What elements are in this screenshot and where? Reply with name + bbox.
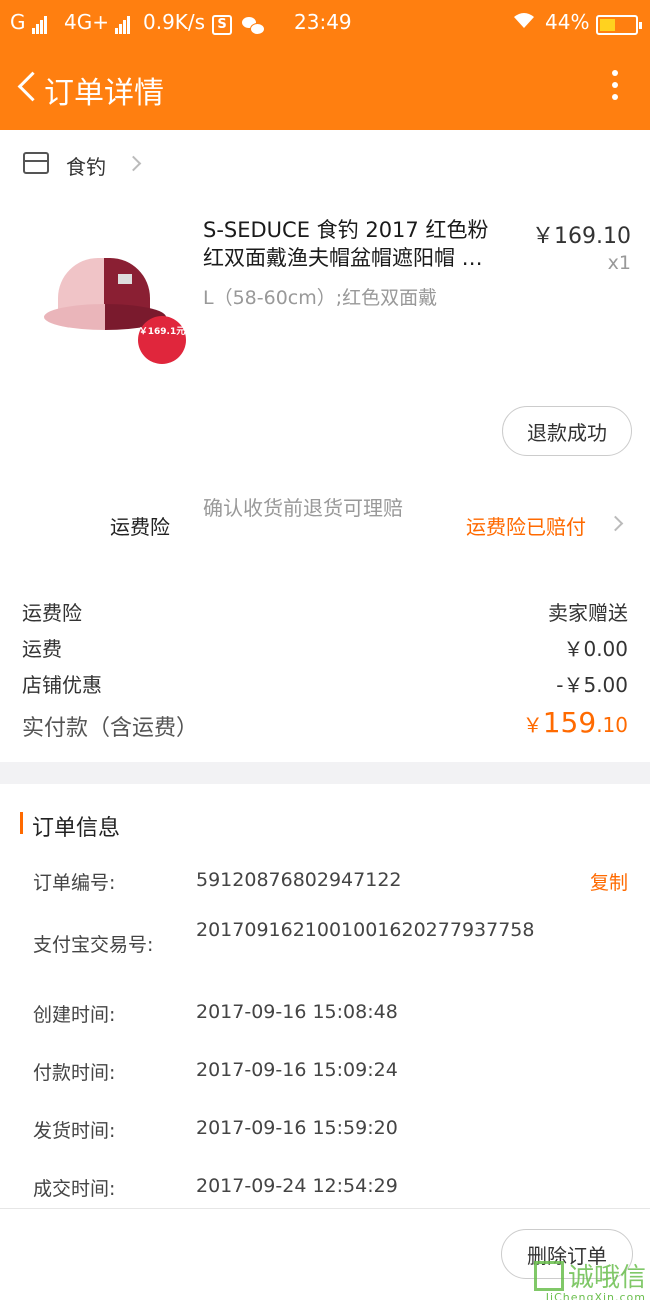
clock: 23:49: [294, 10, 352, 34]
store-icon: [23, 152, 49, 174]
info-value: 59120876802947122: [196, 869, 402, 891]
product-sku: L（58-60cm）;红色双面戴: [203, 287, 438, 309]
cost-value: ￥0.00: [563, 637, 628, 661]
info-label: 付款时间:: [33, 1062, 116, 1084]
product-title-line1: S-SEDUCE 食钓 2017 红色粉: [203, 218, 489, 242]
paid-label: 实付款（含运费）: [22, 716, 199, 741]
bottom-action-bar: 删除订单 诚哦信 JiChengXin.com: [0, 1208, 650, 1300]
section-accent-bar: [20, 812, 23, 834]
cost-row: 运费险 卖家赠送: [22, 597, 628, 627]
refund-status-button[interactable]: 退款成功: [502, 406, 632, 456]
insurance-desc: 确认收货前退货可理赔: [203, 496, 403, 520]
paid-currency: ￥: [522, 713, 543, 737]
info-value: 2017-09-16 15:08:48: [196, 1001, 398, 1023]
paid-amount: ￥159.10: [523, 706, 628, 739]
cost-value: -￥5.00: [556, 673, 628, 697]
info-value: 2017-09-24 12:54:29: [196, 1175, 398, 1197]
product-thumbnail[interactable]: ￥169.1元: [22, 218, 192, 378]
cost-row: 店铺优惠 -￥5.00: [22, 669, 628, 699]
cost-label: 店铺优惠: [22, 673, 102, 697]
insurance-label: 运费险: [110, 515, 170, 539]
info-value: 2017-09-16 15:09:24: [196, 1059, 398, 1081]
battery-level-fill: [600, 18, 615, 31]
watermark-icon: [533, 1260, 564, 1291]
info-label: 支付宝交易号:: [33, 934, 154, 956]
header: 订单详情: [0, 44, 650, 130]
copy-button[interactable]: 复制: [590, 868, 628, 895]
product-quantity: x1: [607, 252, 631, 274]
info-label: 成交时间:: [33, 1178, 116, 1200]
signal-2: 4G+: [64, 10, 131, 34]
badge-price: ￥169.1元: [138, 327, 186, 337]
section-divider: [0, 762, 650, 784]
hat-label: [118, 274, 132, 284]
cost-value: 卖家赠送: [548, 601, 628, 625]
wechat-icon: [242, 12, 265, 36]
wechat-glyph: [242, 16, 265, 35]
watermark-logo: 诚哦信: [533, 1257, 646, 1294]
paid-decimal: .10: [596, 713, 628, 737]
paid-total-row: 实付款（含运费） ￥159.10: [22, 706, 628, 746]
more-vertical-icon[interactable]: [612, 70, 620, 106]
network-type-label: 4G+: [64, 10, 109, 34]
signal-1: G: [10, 10, 48, 34]
info-value: 2017-09-16 15:59:20: [196, 1117, 398, 1139]
insurance-status-link[interactable]: 运费险已赔付: [466, 511, 586, 540]
battery-percent: 44%: [545, 10, 590, 34]
cost-row: 运费 ￥0.00: [22, 633, 628, 663]
info-label: 发货时间:: [33, 1120, 116, 1142]
info-value: 2017091621001001620277937758: [196, 919, 535, 941]
s-icon-letter: S: [212, 14, 232, 35]
cost-label: 运费险: [22, 601, 82, 625]
s-app-icon: S: [212, 11, 232, 35]
status-bar: G 4G+ 0.9K/s S 23:49 44%: [0, 0, 650, 44]
shop-row[interactable]: 食钓: [0, 130, 650, 196]
watermark-text: 诚哦信: [567, 1263, 646, 1293]
chevron-right-icon: [125, 155, 142, 172]
cost-label: 运费: [22, 637, 62, 661]
info-label: 订单编号:: [33, 872, 116, 894]
signal-icon: [115, 10, 131, 34]
watermark-url: JiChengXin.com: [545, 1291, 646, 1300]
page-title: 订单详情: [44, 76, 164, 111]
wifi-icon: [512, 10, 536, 35]
product-title-line2: 红双面戴渔夫帽盆帽遮阳帽 …: [203, 246, 483, 270]
order-info-title: 订单信息: [32, 816, 121, 841]
paid-integer: 159: [542, 706, 597, 739]
product-title[interactable]: S-SEDUCE 食钓 2017 红色粉 红双面戴渔夫帽盆帽遮阳帽 …: [203, 216, 521, 272]
shop-name: 食钓: [66, 155, 106, 179]
battery-icon: [596, 11, 642, 35]
back-arrow-icon[interactable]: [16, 70, 36, 104]
net-speed: 0.9K/s: [143, 10, 206, 34]
chevron-right-icon: [607, 515, 624, 532]
carrier-label: G: [10, 10, 26, 34]
product-price: ￥169.10: [532, 224, 631, 249]
info-label: 创建时间:: [33, 1004, 116, 1026]
signal-icon: [31, 10, 48, 34]
price-badge: ￥169.1元: [138, 316, 186, 364]
